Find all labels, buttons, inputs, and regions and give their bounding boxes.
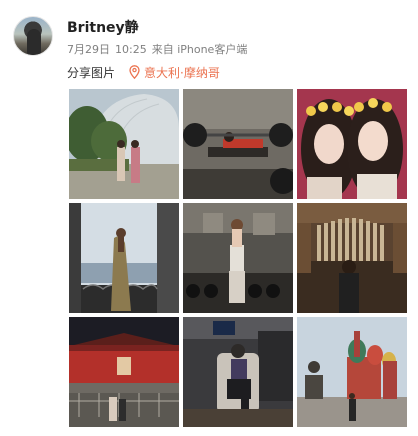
post-date: 7月29日 (67, 43, 110, 56)
photo-thumbnail[interactable] (297, 89, 407, 199)
photo-gym-bench (183, 89, 293, 199)
photo-grid (69, 89, 407, 427)
photo-thumbnail[interactable] (297, 317, 407, 427)
photo-pipe-organ (297, 203, 407, 313)
photo-thumbnail[interactable] (183, 317, 293, 427)
photo-thumbnail[interactable] (69, 317, 179, 427)
photo-balcony (69, 203, 179, 313)
photo-red-gate (69, 317, 179, 427)
location-link[interactable]: 意大利·摩纳哥 (144, 64, 220, 81)
post-meta: 7月29日 10:25 来自 iPhone客户端 (67, 41, 252, 57)
post-time: 10:25 (115, 43, 147, 56)
share-label: 分享图片 (67, 65, 116, 80)
photo-thumbnail[interactable] (69, 203, 179, 313)
post-source[interactable]: 来自 iPhone客户端 (152, 43, 248, 56)
photo-dome-building (69, 89, 179, 199)
username[interactable]: Britney静 (67, 17, 139, 37)
photo-gym-dumbbells (183, 203, 293, 313)
photo-selfie (297, 89, 407, 199)
photo-cathedral (297, 317, 407, 427)
share-line: 分享图片 意大利·摩纳哥 (67, 63, 220, 81)
photo-thumbnail[interactable] (69, 89, 179, 199)
map-pin-icon (129, 65, 140, 79)
avatar-figure (27, 29, 41, 55)
avatar[interactable] (13, 16, 53, 56)
photo-thumbnail[interactable] (183, 203, 293, 313)
weibo-post: Britney静 7月29日 10:25 来自 iPhone客户端 分享图片 意大利… (0, 0, 418, 436)
photo-jet-seat (183, 317, 293, 427)
photo-thumbnail[interactable] (183, 89, 293, 199)
photo-thumbnail[interactable] (297, 203, 407, 313)
